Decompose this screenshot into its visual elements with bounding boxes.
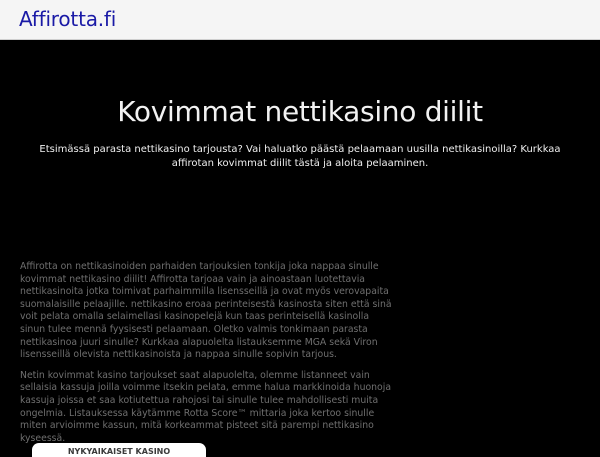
site-header: Affirotta.fi [0,0,600,40]
intro-content: Affirotta on nettikasinoiden parhaiden t… [20,261,392,453]
casino-list-tab[interactable]: NYKYAIKAISET KASINO [32,443,206,457]
hero-section: Kovimmat nettikasino diilit Etsimässä pa… [0,40,600,250]
intro-paragraph: Affirotta on nettikasinoiden parhaiden t… [20,261,392,361]
hero-title: Kovimmat nettikasino diilit [117,95,483,128]
casino-list-tab-label: NYKYAIKAISET KASINO [67,447,171,456]
hero-lead-text: Etsimässä parasta nettikasino tarjousta?… [39,144,561,169]
intro-paragraph: Netin kovimmat kasino tarjoukset saat al… [20,369,392,444]
site-logo-link[interactable]: Affirotta.fi [19,6,116,32]
